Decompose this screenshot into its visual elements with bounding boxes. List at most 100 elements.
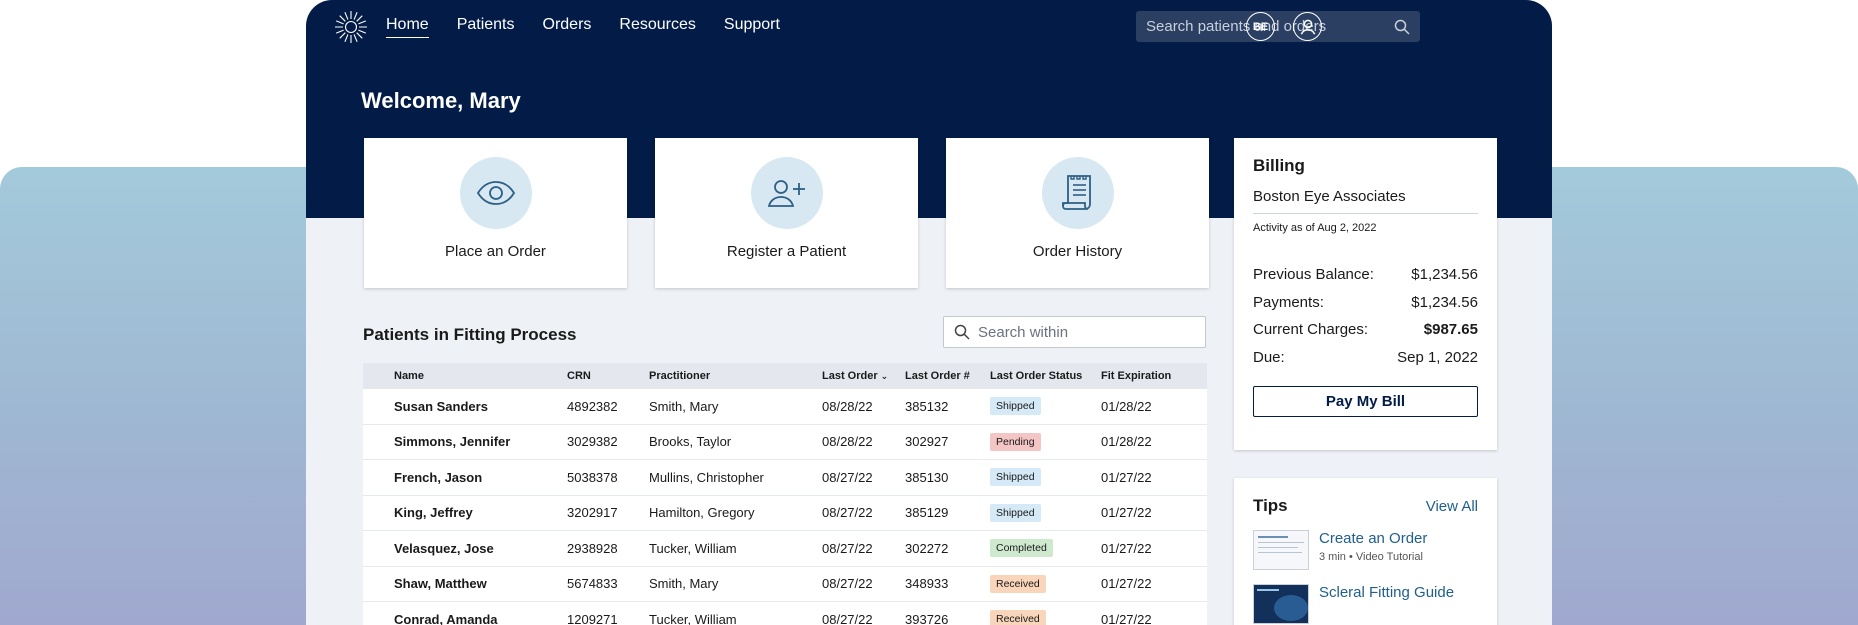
app-window: Home Patients Orders Resources Support B… [306,0,1552,625]
cell-status: Shipped [990,397,1041,416]
billing-row-due: Due: Sep 1, 2022 [1253,349,1478,377]
tips-header: Tips View All [1253,496,1478,516]
billing-row-label: Current Charges: [1253,321,1369,338]
user-icon [1300,19,1315,35]
tip-title-link[interactable]: Scleral Fitting Guide [1319,584,1454,601]
table-body: Susan Sanders 4892382 Smith, Mary 08/28/22 3… [363,389,1207,625]
register-patient-card[interactable]: Register a Patient [655,138,918,288]
cell-last-order-number: 385129 [905,505,949,521]
billing-row-value: $1,234.56 [1411,266,1478,283]
billing-row-value: $987.65 [1423,321,1478,338]
org-switcher-button[interactable]: BE [1246,12,1275,41]
col-header-practitioner[interactable]: Practitioner [649,370,710,382]
tip-title-link[interactable]: Create an Order [1319,530,1427,547]
cell-last-order-number: 393726 [905,611,949,625]
cell-fit-expiration: 01/28/22 [1101,434,1152,450]
col-header-label: Last Order [822,370,878,382]
cell-fit-expiration: 01/27/22 [1101,469,1152,485]
cell-fit-expiration: 01/28/22 [1101,398,1152,414]
patients-section-title: Patients in Fitting Process [363,325,577,344]
tip-item[interactable]: Scleral Fitting Guide [1253,584,1478,624]
cell-status: Shipped [990,468,1041,487]
col-header-fit-expiration[interactable]: Fit Expiration [1101,370,1171,382]
table-header: Name CRN Practitioner Last Order ⌄ Last O… [363,363,1207,389]
col-header-last-order-number[interactable]: Last Order # [905,370,970,382]
cell-practitioner: Brooks, Taylor [649,434,732,450]
nav-resources[interactable]: Resources [619,16,695,38]
col-header-crn[interactable]: CRN [567,370,591,382]
nav-orders[interactable]: Orders [543,16,592,38]
cell-crn: 1209271 [567,611,618,625]
patients-search-input[interactable] [978,323,1195,341]
table-row[interactable]: Susan Sanders 4892382 Smith, Mary 08/28/22 3… [363,389,1207,425]
billing-row-payments: Payments: $1,234.56 [1253,294,1478,322]
billing-row-label: Due: [1253,348,1285,366]
cell-name: Velasquez, Jose [394,540,494,556]
tips-title: Tips [1253,496,1288,515]
table-row[interactable]: Shaw, Matthew 5674833 Smith, Mary 08/27/22 3… [363,567,1207,602]
table-row[interactable]: Conrad, Amanda 1209271 Tucker, William 08/2… [363,602,1207,625]
view-all-tips-link[interactable]: View All [1426,498,1478,515]
tip-thumbnail [1253,530,1309,570]
cell-name: Susan Sanders [394,398,488,414]
col-header-last-order[interactable]: Last Order ⌄ [822,370,888,382]
billing-row-previous-balance: Previous Balance: $1,234.56 [1253,266,1478,294]
billing-row-current-charges: Current Charges: $987.65 [1253,321,1478,349]
billing-summary: Previous Balance: $1,234.56 Payments: $1… [1253,266,1478,376]
tip-text: Scleral Fitting Guide [1319,584,1454,624]
eye-icon [476,181,515,205]
billing-row-value: Sep 1, 2022 [1397,348,1478,366]
col-header-name[interactable]: Name [394,370,424,382]
search-icon [954,324,970,340]
cell-crn: 5038378 [567,469,618,485]
table-row[interactable]: Velasquez, Jose 2938928 Tucker, William 08/… [363,531,1207,567]
cell-last-order: 08/27/22 [822,505,873,521]
col-header-status[interactable]: Last Order Status [990,370,1082,382]
billing-activity-date: Activity as of Aug 2, 2022 [1253,222,1377,234]
billing-organization: Boston Eye Associates [1253,188,1478,214]
nav-support[interactable]: Support [724,16,780,38]
cell-last-order: 08/27/22 [822,611,873,625]
patients-table: Name CRN Practitioner Last Order ⌄ Last O… [363,363,1207,625]
chevron-down-icon: ⌄ [880,371,889,381]
cell-last-order: 08/27/22 [822,576,873,592]
cell-name: King, Jeffrey [394,505,473,521]
place-order-label: Place an Order [445,243,546,260]
cell-practitioner: Tucker, William [649,540,737,556]
cell-practitioner: Tucker, William [649,611,737,625]
cell-last-order: 08/27/22 [822,540,873,556]
global-search [1136,11,1420,42]
cell-fit-expiration: 01/27/22 [1101,540,1152,556]
order-history-card[interactable]: Order History [946,138,1209,288]
cell-fit-expiration: 01/27/22 [1101,505,1152,521]
cell-name: French, Jason [394,469,483,485]
pay-bill-button[interactable]: Pay My Bill [1253,386,1478,417]
cell-practitioner: Hamilton, Gregory [649,505,755,521]
cell-status: Completed [990,539,1053,558]
cell-last-order: 08/28/22 [822,398,873,414]
tip-text: Create an Order 3 min • Video Tutorial [1319,530,1427,570]
action-icon-circle [750,157,823,229]
receipt-icon [1061,175,1091,210]
table-row[interactable]: King, Jeffrey 3202917 Hamilton, Gregory 08/… [363,496,1207,531]
starburst-logo-icon[interactable] [334,10,368,44]
table-row[interactable]: Simmons, Jennifer 3029382 Brooks, Taylor 08… [363,425,1207,460]
tip-meta: 3 min • Video Tutorial [1319,551,1423,563]
status-badge: Shipped [990,397,1041,416]
nav-patients[interactable]: Patients [457,16,515,38]
cell-crn: 3202917 [567,505,618,521]
cell-name: Conrad, Amanda [394,611,498,625]
status-badge: Completed [990,539,1053,558]
tip-item[interactable]: Create an Order 3 min • Video Tutorial [1253,530,1478,570]
cell-practitioner: Smith, Mary [649,398,719,414]
cell-status: Received [990,610,1046,625]
register-patient-label: Register a Patient [726,243,847,260]
nav-home[interactable]: Home [386,16,429,38]
search-icon[interactable] [1394,19,1410,35]
cell-last-order-number: 302272 [905,540,949,556]
user-account-button[interactable] [1293,12,1322,41]
table-row[interactable]: French, Jason 5038378 Mullins, Christopher… [363,460,1207,496]
place-order-card[interactable]: Place an Order [364,138,627,288]
status-badge: Shipped [990,503,1041,522]
status-badge: Received [990,610,1046,625]
